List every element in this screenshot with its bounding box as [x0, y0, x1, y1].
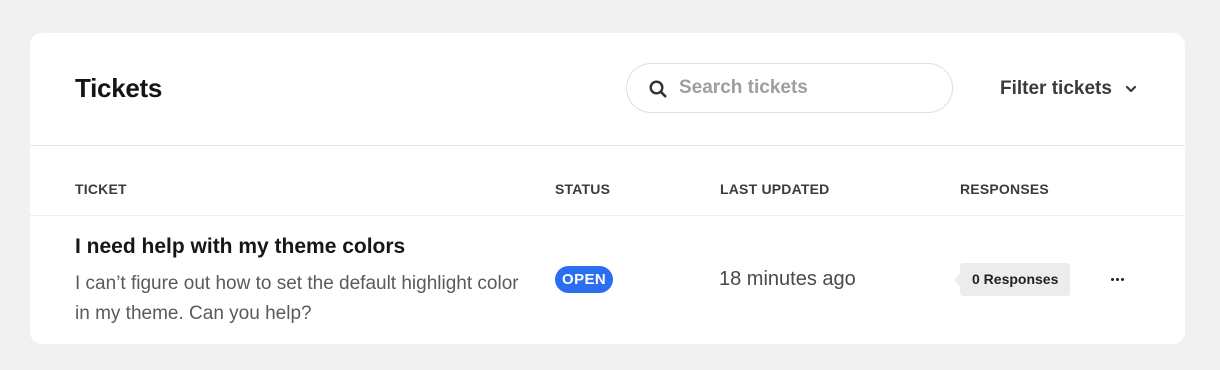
column-header-last-updated[interactable]: LAST UPDATED — [720, 181, 829, 197]
column-header-responses[interactable]: RESPONSES — [960, 181, 1049, 197]
page-title: Tickets — [75, 73, 163, 103]
search-input[interactable] — [679, 72, 939, 104]
more-horizontal-icon[interactable] — [1108, 269, 1126, 289]
table-row[interactable]: I need help with my theme colors I can’t… — [30, 216, 1185, 344]
ticket-title[interactable]: I need help with my theme colors — [75, 235, 405, 259]
responses-count: 0 Responses — [953, 263, 1071, 296]
column-header-status[interactable]: STATUS — [555, 181, 610, 197]
tickets-card: Tickets Filter tickets TICKET STATUS LAS… — [30, 33, 1185, 344]
column-header-ticket[interactable]: TICKET — [75, 181, 127, 197]
tickets-header: Tickets Filter tickets — [30, 33, 1185, 146]
chevron-down-icon — [1125, 85, 1137, 93]
filter-tickets-label: Filter tickets — [1000, 78, 1112, 99]
search-box[interactable] — [626, 63, 953, 113]
status-badge: OPEN — [555, 266, 614, 293]
filter-tickets-dropdown[interactable]: Filter tickets — [1000, 77, 1138, 101]
search-icon — [649, 80, 667, 98]
table-header: TICKET STATUS LAST UPDATED RESPONSES — [30, 146, 1185, 216]
ticket-description: I can’t figure out how to set the defaul… — [75, 273, 519, 324]
last-updated: 18 minutes ago — [719, 268, 856, 290]
